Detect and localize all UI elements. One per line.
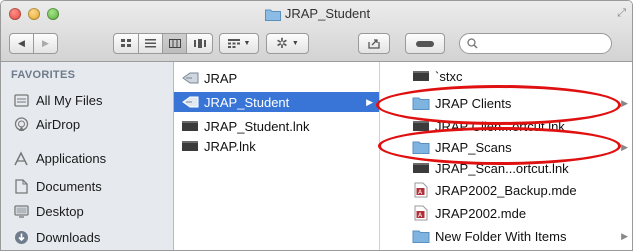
icon-view-icon: [120, 39, 131, 47]
documents-icon: [13, 178, 29, 194]
forward-arrow-icon: ▶: [42, 38, 49, 48]
list-item[interactable]: JRAP.lnk: [174, 136, 379, 156]
alias-icon: [181, 94, 199, 110]
browser-column-1: JRAP JRAP_Student ▶ JRAP_Student.lnk JRA…: [174, 62, 380, 250]
sidebar-item-airdrop[interactable]: AirDrop: [1, 113, 173, 135]
folder-icon: [412, 228, 430, 244]
fullscreen-icon[interactable]: ⤢: [617, 7, 626, 20]
finder-window: JRAP_Student ⤢ ◀ ▶ ▼ ✲ ▼ FAVORITES All M…: [0, 0, 633, 251]
list-item[interactable]: A JRAP2002.mde: [380, 203, 632, 223]
chevron-down-icon: ▼: [243, 40, 251, 47]
list-item[interactable]: New Folder With Items ▶: [380, 226, 632, 246]
sidebar-item-documents[interactable]: Documents: [1, 175, 173, 197]
disclosure-arrow-icon: ▶: [366, 96, 373, 107]
list-item-label: JRAP: [204, 70, 238, 86]
column-view-icon: [168, 39, 181, 48]
forward-button[interactable]: ▶: [34, 34, 57, 53]
gear-icon: ✲: [276, 35, 288, 51]
list-item[interactable]: JRAP_Student.lnk: [174, 116, 379, 136]
edit-tags-button[interactable]: [405, 33, 445, 54]
sidebar-item-label: All My Files: [36, 92, 103, 108]
annotation-ellipse-clients: [376, 85, 621, 125]
desktop-icon: [13, 203, 29, 219]
action-button[interactable]: ✲ ▼: [266, 33, 309, 54]
alias-icon: [181, 70, 199, 86]
back-forward-control: ◀ ▶: [9, 33, 58, 54]
arrange-button[interactable]: ▼: [219, 33, 259, 54]
chevron-down-icon: ▼: [291, 40, 299, 47]
annotation-ellipse-scans: [378, 127, 621, 165]
list-item[interactable]: A JRAP2002_Backup.mde: [380, 180, 632, 200]
all-files-icon: [13, 92, 29, 108]
search-input[interactable]: [482, 36, 606, 53]
lnk-file-icon: [412, 68, 430, 84]
applications-icon: [13, 150, 29, 166]
sidebar: FAVORITES All My Files AirDrop Applicati…: [1, 62, 174, 250]
sidebar-header-favorites: FAVORITES: [11, 69, 76, 81]
tag-icon: [416, 40, 434, 47]
sidebar-item-desktop[interactable]: Desktop: [1, 200, 173, 222]
sidebar-item-applications[interactable]: Applications: [1, 147, 173, 169]
list-item-label: JRAP2002.mde: [435, 205, 527, 221]
airdrop-icon: [13, 116, 29, 132]
disclosure-arrow-icon: ▶: [621, 97, 628, 108]
cover-flow-button[interactable]: [187, 34, 212, 53]
sidebar-item-downloads[interactable]: Downloads: [1, 226, 173, 248]
sidebar-item-label: AirDrop: [36, 116, 81, 132]
list-view-icon: [145, 39, 156, 48]
downloads-icon: [13, 229, 29, 245]
window-title-text: JRAP_Student: [284, 6, 371, 21]
sidebar-item-label: Applications: [36, 150, 107, 166]
disclosure-arrow-icon: ▶: [621, 141, 628, 152]
cover-flow-icon: [193, 39, 206, 48]
access-file-icon: A: [412, 205, 430, 221]
list-item[interactable]: `stxc: [380, 66, 632, 86]
view-mode-control: [113, 33, 213, 54]
column-view-button[interactable]: [163, 34, 187, 53]
title-bar: JRAP_Student ⤢ ◀ ▶ ▼ ✲ ▼: [1, 1, 632, 62]
list-view-button[interactable]: [139, 34, 163, 53]
lnk-file-icon: [181, 138, 199, 154]
search-icon: [467, 38, 478, 49]
sidebar-item-label: Documents: [36, 178, 102, 194]
back-button[interactable]: ◀: [10, 34, 34, 53]
icon-view-button[interactable]: [114, 34, 139, 53]
access-file-icon: A: [412, 182, 430, 198]
lnk-file-icon: [181, 118, 199, 134]
list-item-label: JRAP2002_Backup.mde: [435, 182, 577, 198]
list-item-label: New Folder With Items: [435, 228, 567, 244]
folder-icon: [264, 8, 281, 26]
list-item-label: JRAP_Student: [204, 94, 290, 110]
lnk-file-icon: [412, 160, 430, 176]
sidebar-item-label: Desktop: [36, 203, 84, 219]
list-item-label: `stxc: [435, 68, 463, 84]
list-item-label: JRAP.lnk: [204, 138, 256, 154]
search-field[interactable]: [459, 33, 612, 54]
list-item-label: JRAP_Student.lnk: [204, 118, 310, 134]
back-arrow-icon: ◀: [18, 38, 25, 48]
disclosure-arrow-icon: ▶: [621, 230, 628, 241]
share-button[interactable]: [358, 33, 390, 54]
share-icon: [368, 39, 380, 49]
sidebar-item-all-my-files[interactable]: All My Files: [1, 89, 173, 111]
list-item-selected[interactable]: JRAP_Student ▶: [174, 92, 379, 112]
arrange-icon: [227, 39, 240, 48]
list-item[interactable]: JRAP: [174, 68, 379, 88]
window-title: JRAP_Student: [1, 5, 632, 26]
sidebar-item-label: Downloads: [36, 229, 101, 245]
